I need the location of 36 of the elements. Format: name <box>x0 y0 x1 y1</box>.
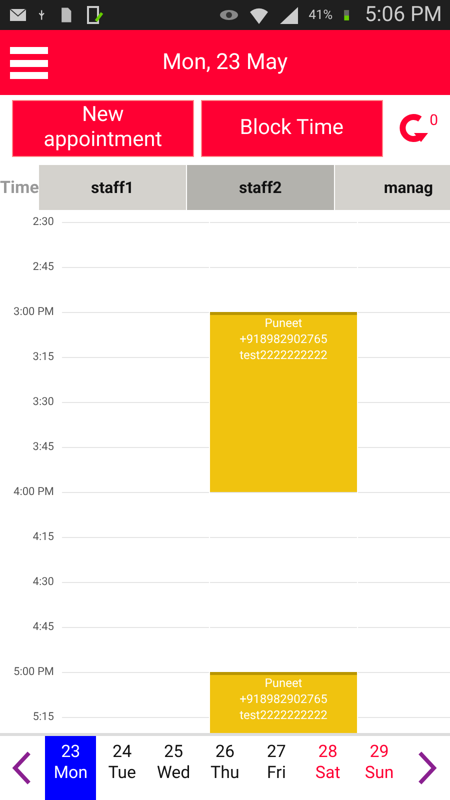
staff-column-header[interactable]: staff1 <box>38 165 186 210</box>
day-tab[interactable]: 26 Thu <box>199 736 251 800</box>
day-tab[interactable]: 24 Tue <box>96 736 148 800</box>
time-label: 3:45 <box>32 440 55 454</box>
staff-column-header[interactable]: staff2 <box>186 165 334 210</box>
clock: 5:06 PM <box>364 3 442 27</box>
time-label: 4:15 <box>32 530 55 544</box>
day-tab[interactable]: 23 Mon <box>44 736 96 800</box>
block-time-button[interactable]: Block Time <box>200 100 383 156</box>
day-tab[interactable]: 27 Fri <box>250 736 302 800</box>
time-label: 5:00 PM <box>12 665 55 679</box>
time-label: 3:00 PM <box>12 305 55 319</box>
time-label: 4:00 PM <box>12 485 55 499</box>
appointment-text: Puneet <box>264 315 302 331</box>
appointment-text: +918982902765 <box>240 331 328 347</box>
date-title: Mon, 23 May <box>162 50 288 75</box>
time-label: 3:30 <box>32 395 55 409</box>
appointment-text: Puneet <box>264 675 302 691</box>
signal-icon <box>278 5 299 25</box>
time-label: 3:15 <box>32 350 55 364</box>
time-header: Time <box>0 178 39 198</box>
day-tab[interactable]: 28 Sat <box>302 736 354 800</box>
day-tab[interactable]: 29 Sun <box>354 736 406 800</box>
time-label: 2:30 <box>32 215 55 229</box>
time-label: 2:45 <box>32 260 55 274</box>
day-tab[interactable]: 25 Wed <box>148 736 200 800</box>
battery-percent: 41% <box>308 8 333 22</box>
time-label: 5:15 <box>32 710 55 724</box>
menu-icon[interactable] <box>10 47 50 79</box>
time-label: 4:45 <box>32 620 55 634</box>
phone-upload-icon <box>86 5 106 25</box>
new-appointment-button[interactable]: New appointment <box>12 100 194 156</box>
refresh-count: 0 <box>430 111 438 129</box>
time-label: 4:30 <box>32 575 55 589</box>
appointment-text: +918982902765 <box>240 691 328 707</box>
staff-column-header[interactable]: manag <box>334 165 450 210</box>
